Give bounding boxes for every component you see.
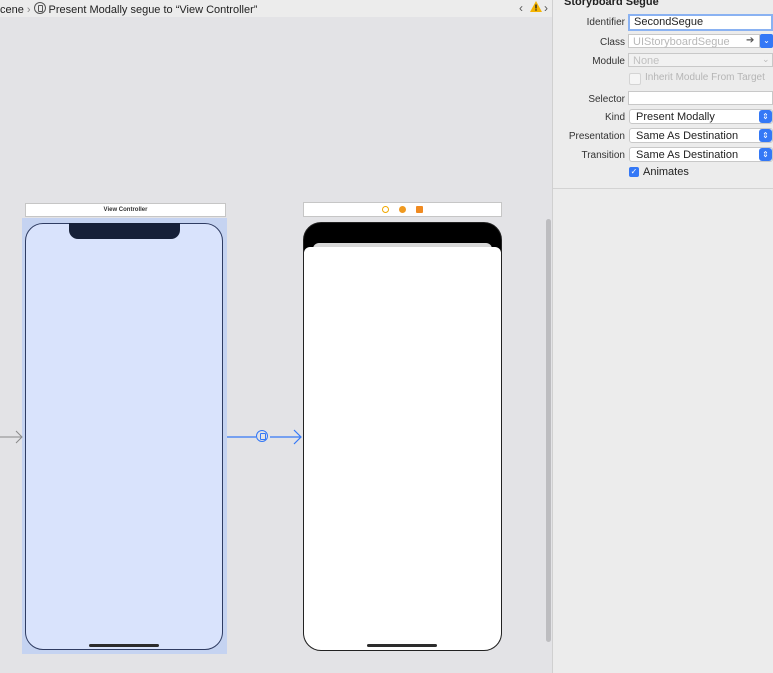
kind-popup[interactable]: Present Modally ⇕ bbox=[629, 109, 773, 124]
selector-field[interactable] bbox=[628, 91, 773, 105]
kind-label: Kind bbox=[604, 112, 625, 123]
home-indicator bbox=[89, 644, 159, 647]
segue-node-icon[interactable] bbox=[256, 430, 268, 442]
identifier-field[interactable]: SecondSegue bbox=[628, 14, 773, 31]
animates-checkbox[interactable]: ✓ bbox=[629, 167, 639, 177]
popup-stepper-icon: ⇕ bbox=[759, 129, 772, 142]
view-controller-icon[interactable] bbox=[382, 206, 389, 213]
exit-icon[interactable] bbox=[416, 206, 423, 213]
scene-title-bar[interactable]: View Controller bbox=[25, 203, 226, 217]
destination-dock-bar[interactable] bbox=[303, 202, 502, 217]
breadcrumb: cene › Present Modally segue to “View Cont… bbox=[0, 1, 257, 16]
module-chevron-icon: ⌄ bbox=[762, 54, 770, 64]
home-indicator bbox=[367, 644, 437, 647]
transition-value: Same As Destination bbox=[636, 149, 739, 161]
go-to-class-icon[interactable]: ➔ bbox=[746, 35, 754, 46]
kind-value: Present Modally bbox=[636, 111, 715, 123]
class-label: Class bbox=[599, 37, 625, 48]
popup-stepper-icon: ⇕ bbox=[759, 148, 772, 161]
transition-popup[interactable]: Same As Destination ⇕ bbox=[629, 147, 773, 162]
presentation-label: Presentation bbox=[568, 131, 625, 142]
device-notch bbox=[69, 223, 180, 239]
canvas-vertical-scrollbar[interactable] bbox=[546, 219, 551, 642]
breadcrumb-separator-icon: › bbox=[26, 4, 31, 16]
module-field[interactable]: None bbox=[628, 53, 773, 67]
module-label: Module bbox=[592, 56, 625, 67]
breadcrumb-scene[interactable]: cene bbox=[0, 4, 24, 16]
transition-label: Transition bbox=[581, 150, 625, 161]
class-field[interactable]: UIStoryboardSegue bbox=[628, 34, 760, 48]
popup-stepper-icon: ⇕ bbox=[759, 110, 772, 123]
inherit-module-checkbox[interactable] bbox=[629, 73, 641, 85]
breadcrumb-segue[interactable]: Present Modally segue to “View Controlle… bbox=[49, 4, 258, 16]
inspector-divider bbox=[553, 188, 773, 189]
modal-card[interactable] bbox=[304, 247, 501, 650]
forward-arrow-icon[interactable]: › bbox=[544, 1, 548, 15]
identifier-label: Identifier bbox=[586, 17, 625, 28]
inspector-section-title: Storyboard Segue bbox=[564, 0, 659, 8]
first-responder-icon[interactable] bbox=[399, 206, 406, 213]
class-dropdown-icon[interactable]: ⌄ bbox=[760, 34, 773, 48]
back-arrow-icon[interactable]: ‹ bbox=[519, 1, 523, 15]
inherit-module-label: Inherit Module From Target bbox=[645, 72, 765, 83]
segue-icon bbox=[33, 2, 46, 14]
selector-label: Selector bbox=[588, 94, 625, 105]
warning-icon[interactable] bbox=[530, 1, 542, 15]
presentation-popup[interactable]: Same As Destination ⇕ bbox=[629, 128, 773, 143]
presentation-value: Same As Destination bbox=[636, 130, 739, 142]
animates-label: Animates bbox=[643, 166, 689, 178]
